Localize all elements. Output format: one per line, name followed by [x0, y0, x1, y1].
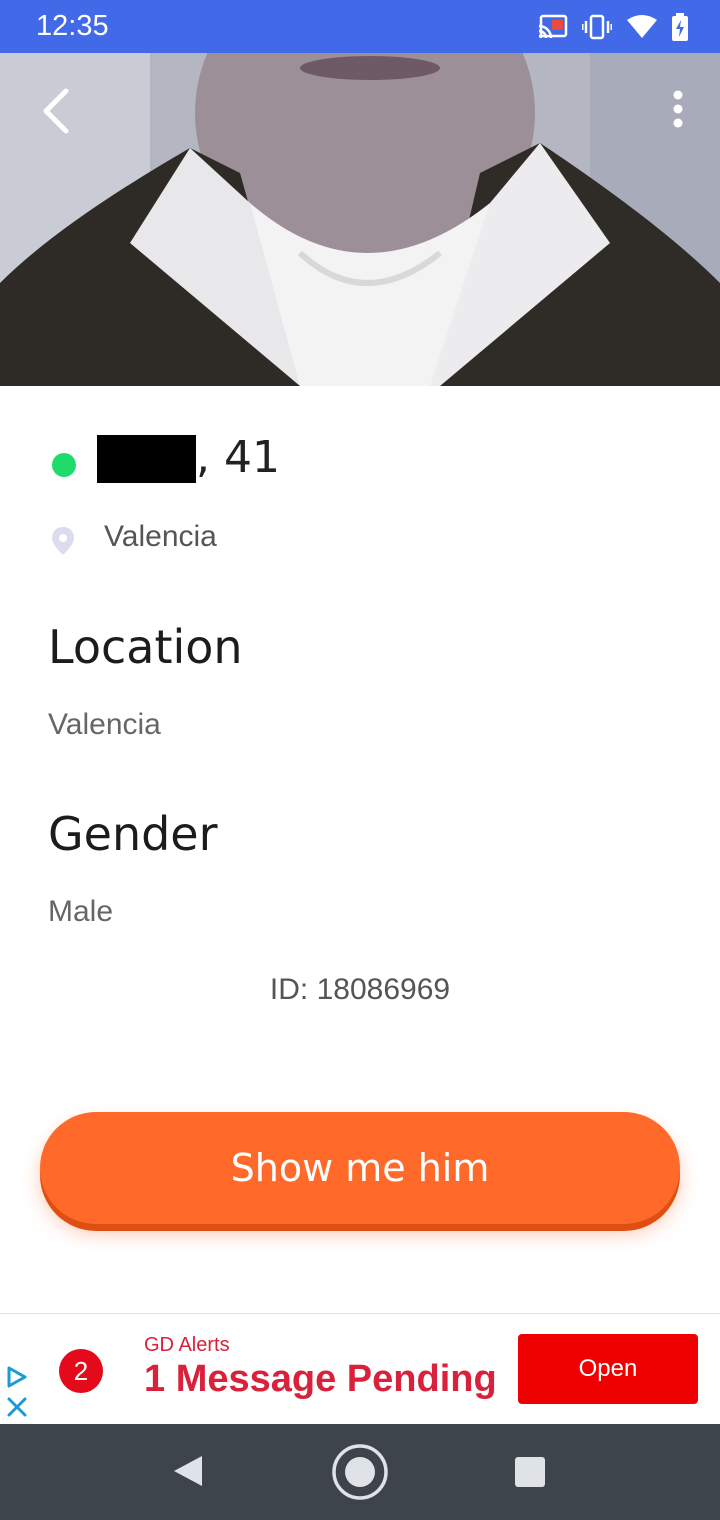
wifi-icon — [627, 15, 657, 38]
vibrate-icon — [582, 14, 612, 40]
recents-square-icon[interactable] — [514, 1456, 546, 1488]
gender-heading: Gender — [48, 807, 218, 861]
notification-badge: 2 — [59, 1349, 103, 1393]
cast-icon — [538, 14, 568, 39]
more-options-button[interactable] — [666, 85, 690, 137]
profile-photo — [0, 53, 720, 386]
status-icons — [538, 13, 688, 41]
adchoices-icon[interactable] — [6, 1366, 28, 1388]
home-circle-icon[interactable] — [331, 1443, 389, 1501]
name-redaction — [97, 435, 196, 483]
back-triangle-icon[interactable] — [172, 1454, 204, 1488]
location-pin-icon — [52, 527, 74, 555]
show-me-him-button[interactable]: Show me him — [40, 1112, 680, 1224]
user-id: ID: 18086969 — [269, 973, 451, 1006]
more-vert-icon — [673, 90, 683, 128]
status-time: 12:35 — [36, 10, 109, 42]
close-icon[interactable] — [6, 1396, 28, 1418]
back-button[interactable] — [36, 85, 80, 137]
location-value: Valencia — [48, 708, 161, 741]
chevron-left-icon — [43, 88, 69, 134]
profile-screen: 12:35 , 41 Valencia Location Valencia Ge… — [0, 0, 720, 1520]
profile-photo-image — [0, 53, 720, 386]
online-status-dot — [52, 453, 76, 477]
ad-banner[interactable]: 2 GD Alerts 1 Message Pending Open — [0, 1313, 720, 1424]
gender-value: Male — [48, 895, 114, 928]
battery-charging-icon — [672, 13, 688, 41]
profile-city: Valencia — [104, 520, 217, 553]
ad-open-button[interactable]: Open — [518, 1334, 698, 1404]
ad-source: GD Alerts — [144, 1334, 230, 1356]
profile-age: , 41 — [196, 432, 280, 483]
system-nav-bar — [0, 1424, 720, 1520]
status-bar: 12:35 — [0, 0, 720, 53]
location-heading: Location — [48, 620, 243, 674]
ad-headline: 1 Message Pending — [144, 1358, 497, 1400]
